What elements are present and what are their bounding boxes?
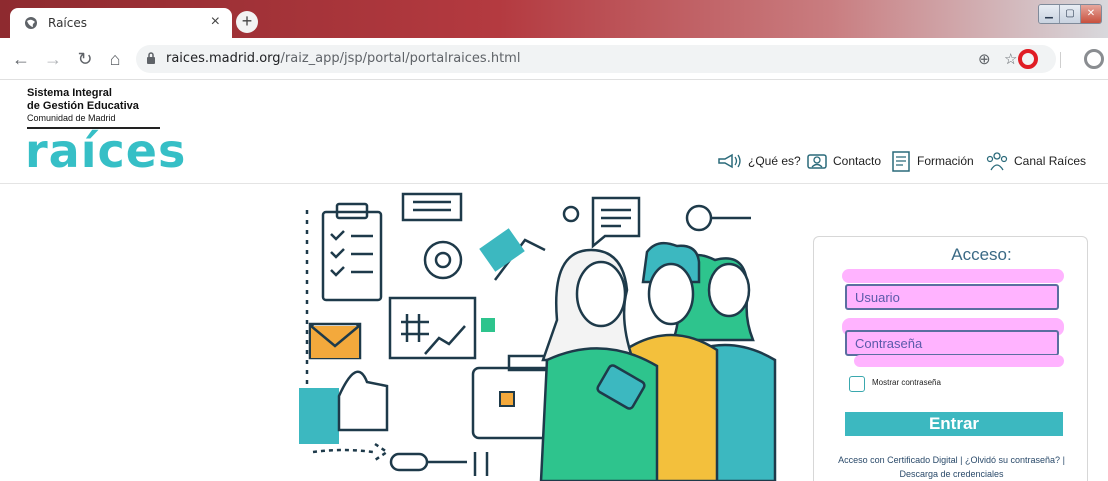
close-tab-icon[interactable]: × [211,13,220,31]
lock-icon [147,52,155,64]
megaphone-icon [718,153,741,169]
hero-illustration [299,192,777,481]
link-separator: | [960,455,963,465]
show-password-checkbox[interactable] [849,376,865,392]
login-panel: Acceso: Usuario Contraseña Mostrar contr… [813,236,1088,481]
login-submit-button[interactable]: Entrar [845,412,1063,436]
header-divider [0,183,1108,184]
maximize-button[interactable]: ▢ [1060,5,1081,23]
username-highlight [842,269,1064,283]
url-host: raices.madrid.org [166,51,281,66]
show-password-label: Mostrar contraseña [872,378,941,387]
forgot-password-link[interactable]: ¿Olvidó su contraseña? [965,455,1060,465]
nav-contacto[interactable]: Contacto [806,148,881,174]
browser-tab[interactable]: Raíces × [10,8,232,38]
nav-formacion[interactable]: Formación [890,148,974,174]
browser-toolbar: ← → ↻ ⌂ raices.madrid.org/raiz_app/jsp/p… [0,38,1108,80]
document-icon [892,151,910,172]
back-arrow-icon[interactable]: ← [10,48,32,70]
zoom-icon[interactable]: ⊕ [978,50,991,68]
nav-canal-raices[interactable]: Canal Raíces [985,148,1086,174]
password-field[interactable]: Contraseña [845,330,1059,356]
home-icon[interactable]: ⌂ [104,48,126,70]
download-credentials-link[interactable]: Descarga de credenciales [899,469,1003,479]
url-path: /raiz_app/jsp/portal/portalraices.html [280,51,521,66]
login-links: Acceso con Certificado Digital | ¿Olvidó… [814,453,1089,481]
bookmark-star-icon[interactable]: ☆ [1004,50,1017,68]
brand-line-3: Comunidad de Madrid [27,113,116,123]
opera-icon[interactable] [1018,49,1038,69]
close-window-button[interactable]: ✕ [1081,5,1101,23]
toolbar-divider [1060,52,1061,68]
nav-que-es[interactable]: ¿Qué es? [717,148,801,174]
globe-icon [25,17,37,29]
username-field[interactable]: Usuario [845,284,1059,310]
address-bar[interactable]: raices.madrid.org/raiz_app/jsp/portal/po… [136,45,1056,73]
link-separator: | [1062,455,1065,465]
brand-line-1: Sistema Integral [27,87,112,99]
tab-title: Raíces [48,16,87,30]
reload-icon[interactable]: ↻ [74,48,96,70]
new-tab-button[interactable]: + [236,11,258,33]
forward-arrow-icon[interactable]: → [42,48,64,70]
nav-label: Canal Raíces [1014,154,1087,168]
nav-label: Formación [917,154,974,168]
nav-label: Contacto [833,154,882,168]
certificate-login-link[interactable]: Acceso con Certificado Digital [838,455,958,465]
contact-card-icon [807,154,827,169]
url-text: raices.madrid.org/raiz_app/jsp/portal/po… [166,51,520,66]
login-title: Acceso: [951,245,1012,264]
password-highlight-tail [854,355,1064,367]
brand-line-2: de Gestión Educativa [27,100,139,112]
nav-label: ¿Qué es? [748,154,801,168]
raices-logo[interactable]: raíces [25,124,186,178]
minimize-button[interactable]: ▁ [1039,5,1060,23]
window-controls: ▁ ▢ ✕ [1038,4,1102,24]
profile-icon[interactable] [1084,49,1104,69]
browser-titlebar: Raíces × + ▁ ▢ ✕ [0,0,1108,38]
people-icon [986,152,1008,171]
